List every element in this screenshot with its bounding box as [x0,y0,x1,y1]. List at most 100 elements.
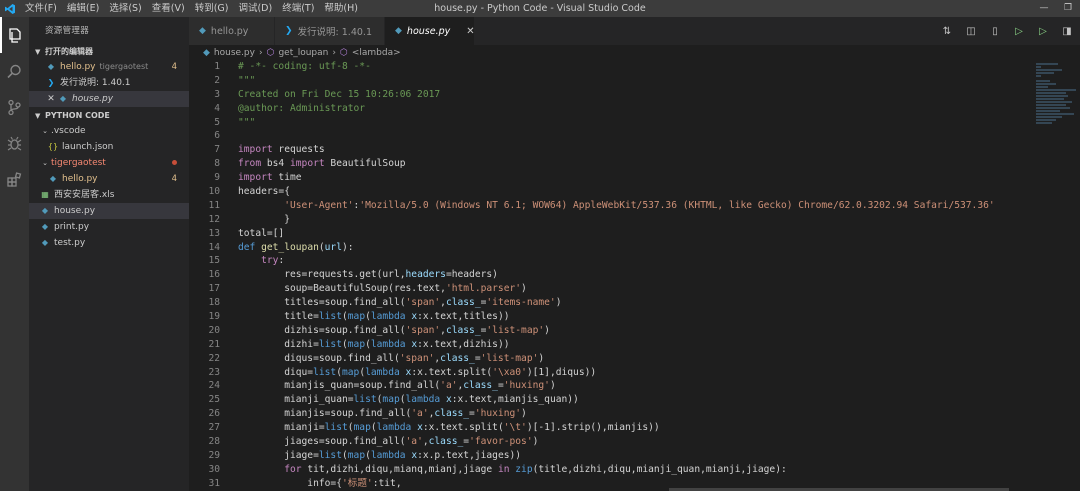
excel-file-icon: ▦ [41,190,49,199]
code-editor[interactable]: 1 # -*- coding: utf-8 -*- 2 """ 3 Created o… [189,60,1034,491]
code-line: 16 res=requests.get(url,headers=headers) [208,269,498,281]
tab-release-notes[interactable]: ❯ 发行说明: 1.40.1 [275,17,385,45]
tab-label: house.py [406,25,451,37]
modified-dot [172,160,177,165]
code-line: 9 import time [214,172,302,184]
extensions-icon[interactable] [0,161,29,197]
code-line: 11 'User-Agent':'Mozilla/5.0 (Windows NT… [208,199,995,211]
code-line: 10 headers={ [208,186,290,198]
menu-terminal[interactable]: 终端(T) [277,0,319,17]
search-icon[interactable] [0,53,29,89]
code-line: 8 from bs4 import BeautifulSoup [214,158,406,170]
run-icon[interactable]: ▷ [1012,26,1026,37]
open-editor-release-notes[interactable]: ❯ 发行说明: 1.40.1 [29,75,189,91]
tab-label: 发行说明: 1.40.1 [297,27,372,38]
explorer-icon[interactable] [0,17,29,53]
close-icon[interactable]: ✕ [45,91,57,107]
python-file-icon: ◆ [199,26,206,36]
menu-selection[interactable]: 选择(S) [104,0,146,17]
tree-file-hello[interactable]: ◆ hello.py 4 [29,171,189,187]
menu-go[interactable]: 转到(G) [190,0,234,17]
code-line: 22 diqus=soup.find_all('span',class_='li… [208,352,545,364]
open-preview-icon[interactable]: ◫ [964,26,978,37]
menu-help[interactable]: 帮助(H) [319,0,363,17]
explorer-sidebar: 资源管理器 ▼ 打开的编辑器 ◆ hello.py tigergaotest 4… [29,17,189,491]
code-line: 14 def get_loupan(url): [208,241,354,253]
tree-folder-tigergaotest[interactable]: ⌄ tigergaotest [29,155,189,171]
vscode-file-icon: ❯ [47,78,55,87]
minimize-icon[interactable]: — [1032,0,1056,17]
code-line: 20 dizhis=soup.find_all('span',class_='l… [208,324,550,336]
tree-item-label: house.py [54,206,96,216]
breadcrumb-lambda[interactable]: <lambda> [352,48,401,58]
tree-item-label: tigergaotest [51,158,106,168]
code-line: 6 [214,130,220,142]
title-bar: 文件(F) 编辑(E) 选择(S) 查看(V) 转到(G) 调试(D) 终端(T… [0,0,1080,17]
code-line: 25 mianji_quan=list(map(lambda x:x.text,… [208,394,579,406]
open-editor-label: 发行说明: 1.40.1 [60,78,131,88]
python-file-icon: ◆ [59,94,67,103]
vscode-file-icon: ❯ [285,26,293,36]
source-control-icon[interactable] [0,89,29,125]
open-editors-header[interactable]: ▼ 打开的编辑器 [29,45,189,59]
compare-icon[interactable]: ⇅ [940,26,954,37]
tree-item-label: .vscode [51,126,86,136]
menu-file[interactable]: 文件(F) [20,0,62,17]
chevron-right-icon: › [332,47,336,58]
close-icon[interactable]: ✕ [466,26,474,37]
split-editor-icon[interactable]: ▯ [988,26,1002,37]
python-file-icon: ◆ [41,206,49,215]
activity-bar [0,17,29,491]
menu-view[interactable]: 查看(V) [147,0,190,17]
sidebar-title: 资源管理器 [45,26,90,36]
breadcrumb-file[interactable]: house.py [214,48,255,58]
function-icon: ⬡ [266,47,275,58]
code-line: 7 import requests [214,144,325,156]
chevron-right-icon: › [258,47,263,58]
tab-label: hello.py [210,25,249,37]
minimap[interactable] [1034,60,1080,491]
menu-edit[interactable]: 编辑(E) [62,0,104,17]
breadcrumb-function[interactable]: get_loupan [278,48,328,58]
code-line: 19 title=list(map(lambda x:x.text,titles… [208,311,510,323]
project-header[interactable]: ▼ PYTHON CODE [29,109,189,123]
code-line: 4 @author: Administrator [214,102,366,114]
tree-file-print[interactable]: ◆ print.py [29,219,189,235]
code-line: 29 jiage=list(map(lambda x:x.p.text,jiag… [208,449,522,461]
tree-item-label: launch.json [62,142,114,152]
python-file-icon: ◆ [47,62,55,71]
code-line: 21 dizhi=list(map(lambda x:x.text,dizhis… [208,338,510,350]
maximize-icon[interactable]: ❐ [1056,0,1080,17]
editor-tabs: ◆ hello.py ❯ 发行说明: 1.40.1 ◆ house.py ✕ ⇅… [189,17,1080,45]
code-line: 28 jiages=soup.find_all('a',class_='favo… [208,436,539,448]
tree-item-label: test.py [54,238,86,248]
open-editor-label: hello.py [60,62,96,72]
problem-count-badge: 4 [171,62,177,72]
chevron-down-icon: ⌄ [42,159,48,167]
project-label: PYTHON CODE [45,111,110,120]
code-line: 2 """ [214,74,256,86]
tree-file-xls[interactable]: ▦ 西安安居客.xls [29,187,189,203]
tab-hello[interactable]: ◆ hello.py [189,17,275,45]
code-line: 3 Created on Fri Dec 15 10:26:06 2017 [214,88,441,100]
split-right-icon[interactable]: ◨ [1060,26,1074,37]
open-editor-hello[interactable]: ◆ hello.py tigergaotest 4 [29,59,189,75]
tab-house[interactable]: ◆ house.py ✕ [385,17,475,45]
menu-debug[interactable]: 调试(D) [233,0,277,17]
function-icon: ⬡ [339,47,348,58]
tree-file-test[interactable]: ◆ test.py [29,235,189,251]
tree-folder-vscode[interactable]: ⌄ .vscode [29,123,189,139]
chevron-down-icon: ▼ [35,112,41,120]
menu-bar: 文件(F) 编辑(E) 选择(S) 查看(V) 转到(G) 调试(D) 终端(T… [20,0,363,17]
python-file-icon: ◆ [49,174,57,183]
code-line: 27 mianji=list(map(lambda x:x.text.split… [208,422,660,434]
python-file-icon: ◆ [41,222,49,231]
open-editors-label: 打开的编辑器 [45,47,93,56]
open-editor-house[interactable]: ✕ ◆ house.py [29,91,189,107]
debug-icon[interactable] [0,125,29,161]
tree-file-launch[interactable]: {} launch.json [29,139,189,155]
open-editor-desc: tigergaotest [99,62,149,71]
vscode-logo-icon [0,0,20,17]
tree-file-house[interactable]: ◆ house.py [29,203,189,219]
run-debug-icon[interactable]: ▷ [1036,26,1050,37]
